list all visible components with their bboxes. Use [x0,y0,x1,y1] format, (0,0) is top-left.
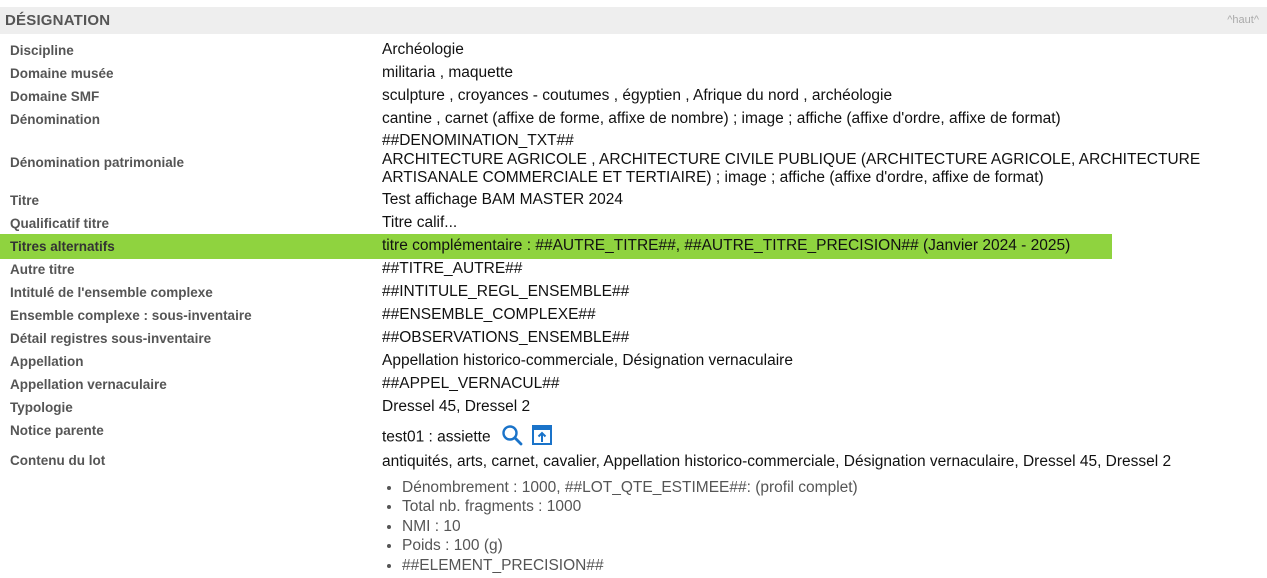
field-value: militaria , maquette [382,64,513,81]
field-value: ##TITRE_AUTRE## [382,260,523,277]
field-value: ##ENSEMBLE_COMPLEXE## [382,306,596,323]
field-value: cantine , carnet (affixe de forme, affix… [382,110,1061,127]
field-row-denomination: Dénomination cantine , carnet (affixe de… [0,109,1267,151]
field-row-contenu-du-lot: Contenu du lot antiquités, arts, carnet,… [0,450,1267,474]
field-label: Contenu du lot [10,453,106,468]
field-value: ##OBSERVATIONS_ENSEMBLE## [382,329,630,346]
field-label: Dénomination [10,112,100,127]
field-label: Discipline [10,43,74,58]
field-value: ##INTITULE_REGL_ENSEMBLE## [382,283,630,300]
section-header: DÉSIGNATION ^haut^ [0,7,1267,34]
field-label: Typologie [10,400,73,415]
field-label: Détail registres sous-inventaire [10,331,212,346]
field-value: Dressel 45, Dressel 2 [382,398,531,415]
field-value: Appellation historico-commerciale, Désig… [382,352,793,369]
field-row-titres-alternatifs: Titres alternatifs titre complémentaire … [0,234,1112,259]
field-label: Titres alternatifs [10,239,115,254]
field-label: Appellation [10,354,84,369]
list-item: NMI : 10 [402,517,858,536]
list-item: Dénombrement : 1000, ##LOT_QTE_ESTIMEE##… [402,478,858,497]
field-label: Appellation vernaculaire [10,377,167,392]
field-row-qualificatif-titre: Qualificatif titre Titre calif... [0,213,1267,235]
field-row-titre: Titre Test affichage BAM MASTER 2024 [0,190,1267,212]
field-row-denomination-patrimoniale: Dénomination patrimoniale ARCHITECTURE A… [0,151,1267,189]
field-label: Domaine SMF [10,89,100,104]
search-icon[interactable] [501,424,523,451]
field-row-detail-registres: Détail registres sous-inventaire ##OBSER… [0,328,1267,350]
field-row-domaine-musee: Domaine musée militaria , maquette [0,63,1267,85]
list-item: Poids : 100 (g) [402,536,858,555]
field-value: antiquités, arts, carnet, cavalier, Appe… [382,453,1172,470]
field-row-ensemble-complexe: Ensemble complexe : sous-inventaire ##EN… [0,305,1267,327]
lot-details-list: Dénombrement : 1000, ##LOT_QTE_ESTIMEE##… [382,478,858,575]
section-title: DÉSIGNATION [5,12,111,29]
field-row-typologie: Typologie Dressel 45, Dressel 2 [0,397,1267,419]
parent-notice-link[interactable]: test01 : assiette [382,429,491,446]
field-label: Intitulé de l'ensemble complexe [10,285,213,300]
field-value-secondary: ##DENOMINATION_TXT## [382,132,574,149]
field-label: Domaine musée [10,66,114,81]
field-row-appellation-vernaculaire: Appellation vernaculaire ##APPEL_VERNACU… [0,374,1267,396]
field-row-discipline: Discipline Archéologie [0,40,1267,62]
list-item: Total nb. fragments : 1000 [402,497,858,516]
field-row-notice-parente: Notice parente test01 : assiette [0,420,1267,446]
field-label: Dénomination patrimoniale [10,155,185,170]
field-row-intitule-ensemble: Intitulé de l'ensemble complexe ##INTITU… [0,282,1267,304]
field-label: Titre [10,193,40,208]
field-label: Qualificatif titre [10,216,110,231]
field-value: titre complémentaire : ##AUTRE_TITRE##, … [382,237,1071,254]
open-external-icon[interactable] [531,424,553,451]
field-value-wrapper: test01 : assiette [382,424,553,451]
field-value: ARCHITECTURE AGRICOLE , ARCHITECTURE CIV… [382,151,1201,186]
field-value: sculpture , croyances - coutumes , égypt… [382,87,893,104]
field-row-autre-titre: Autre titre ##TITRE_AUTRE## [0,259,1267,281]
field-value: Test affichage BAM MASTER 2024 [382,191,623,208]
field-value: Titre calif... [382,214,458,231]
field-label: Ensemble complexe : sous-inventaire [10,308,252,323]
back-to-top-link[interactable]: ^haut^ [1227,14,1259,26]
field-value: ##APPEL_VERNACUL## [382,375,560,392]
field-label: Notice parente [10,423,104,438]
field-value: Archéologie [382,41,464,58]
field-label: Autre titre [10,262,75,277]
field-row-appellation: Appellation Appellation historico-commer… [0,351,1267,373]
list-item: ##ELEMENT_PRECISION## [402,556,858,575]
field-row-domaine-smf: Domaine SMF sculpture , croyances - cout… [0,86,1267,108]
